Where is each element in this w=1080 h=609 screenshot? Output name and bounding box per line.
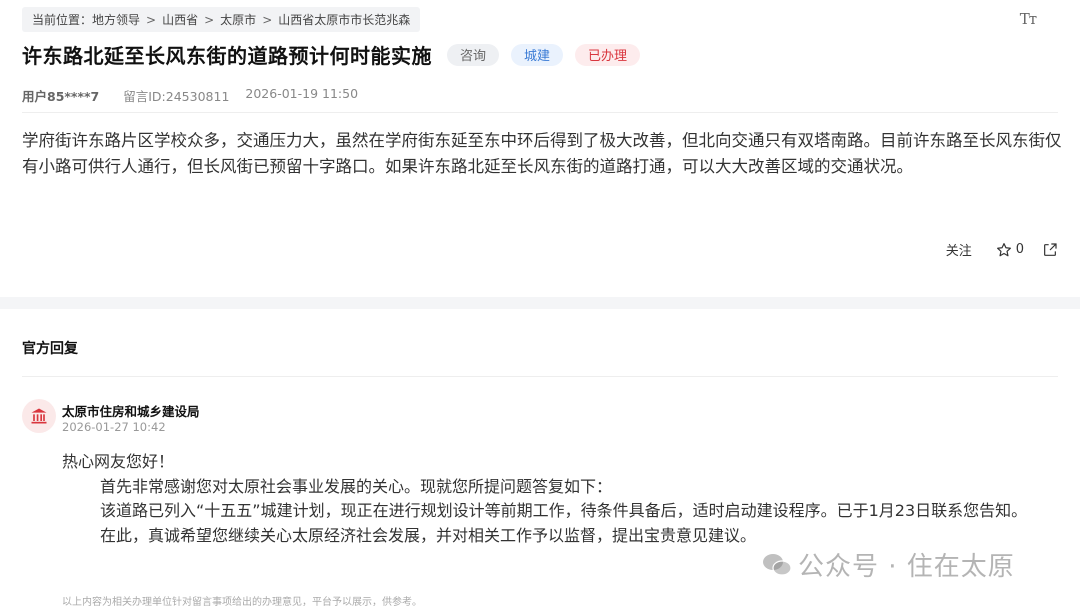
- breadcrumb: 当前位置： 地方领导 > 山西省 > 太原市 > 山西省太原市市长范兆森: [22, 7, 421, 32]
- message-id: 留言ID:24530811: [123, 89, 230, 104]
- breadcrumb-prefix: 当前位置：: [32, 13, 93, 27]
- divider: [22, 376, 1058, 377]
- status-badge: 已办理: [575, 43, 641, 66]
- star-count: 0: [1015, 242, 1024, 257]
- font-size-icon[interactable]: Tт: [1020, 10, 1037, 28]
- reply-org-name: 太原市住房和城乡建设局: [62, 404, 200, 419]
- reply-greeting: 热心网友您好！: [62, 452, 175, 471]
- tag-urban-construction: 城建: [511, 43, 564, 66]
- title-row: 许东路北延至长风东街的道路预计何时能实施 咨询 城建 已办理: [22, 40, 641, 69]
- avatar: [22, 399, 56, 433]
- reply-body: 热心网友您好！ 首先非常感谢您对太原社会事业发展的关心。现就您所提问题答复如下：…: [62, 450, 1036, 548]
- breadcrumb-item-leader[interactable]: 山西省太原市市长范兆森: [278, 11, 410, 28]
- breadcrumb-item-local-leaders[interactable]: 地方领导: [92, 11, 140, 28]
- breadcrumb-separator: >: [204, 12, 215, 27]
- user-name: 用户85****7: [22, 89, 100, 104]
- message-datetime: 2026-01-19 11:50: [245, 86, 359, 101]
- reply-paragraph: 该道路已列入“十五五”城建计划，现正在进行规划设计等前期工作，待条件具备后，适时…: [100, 501, 1028, 520]
- watermark-text: 公众号 · 住在太原: [798, 552, 1015, 582]
- star-button[interactable]: 0: [996, 242, 1024, 258]
- wechat-icon: [763, 553, 792, 576]
- divider: [22, 112, 1058, 113]
- message-actions: 关注 0: [946, 240, 1058, 259]
- share-icon[interactable]: [1042, 242, 1058, 258]
- section-separator: [0, 297, 1080, 309]
- breadcrumb-item-province[interactable]: 山西省: [162, 11, 198, 28]
- reply-heading: 官方回复: [22, 341, 78, 357]
- watermark: 公众号 · 住在太原: [762, 546, 1015, 583]
- breadcrumb-separator: >: [146, 12, 157, 27]
- reply-disclaimer: 以上内容为相关办理单位针对留言事项给出的办理意见，平台予以展示，供参考。: [62, 597, 422, 608]
- tag-consult: 咨询: [447, 43, 500, 66]
- government-building-icon: [31, 408, 47, 424]
- page-title: 许东路北延至长风东街的道路预计何时能实施: [22, 44, 432, 68]
- breadcrumb-separator: >: [262, 12, 273, 27]
- follow-button[interactable]: 关注: [946, 240, 972, 259]
- reply-time: 2026-01-27 10:42: [62, 420, 166, 434]
- reply-paragraph: 首先非常感谢您对太原社会事业发展的关心。现就您所提问题答复如下：: [100, 476, 613, 496]
- message-meta: 用户85****7 留言ID:24530811 2026-01-19 11:50: [22, 86, 358, 105]
- reply-paragraph: 在此，真诚希望您继续关心太原经济社会发展，并对相关工作予以监督，提出宝贵意见建议…: [100, 525, 757, 545]
- star-icon: [996, 242, 1011, 256]
- message-content: 学府街许东路片区学校众多，交通压力大，虽然在学府街东延至东中环后得到了极大改善，…: [22, 131, 1062, 176]
- breadcrumb-item-city[interactable]: 太原市: [220, 11, 256, 28]
